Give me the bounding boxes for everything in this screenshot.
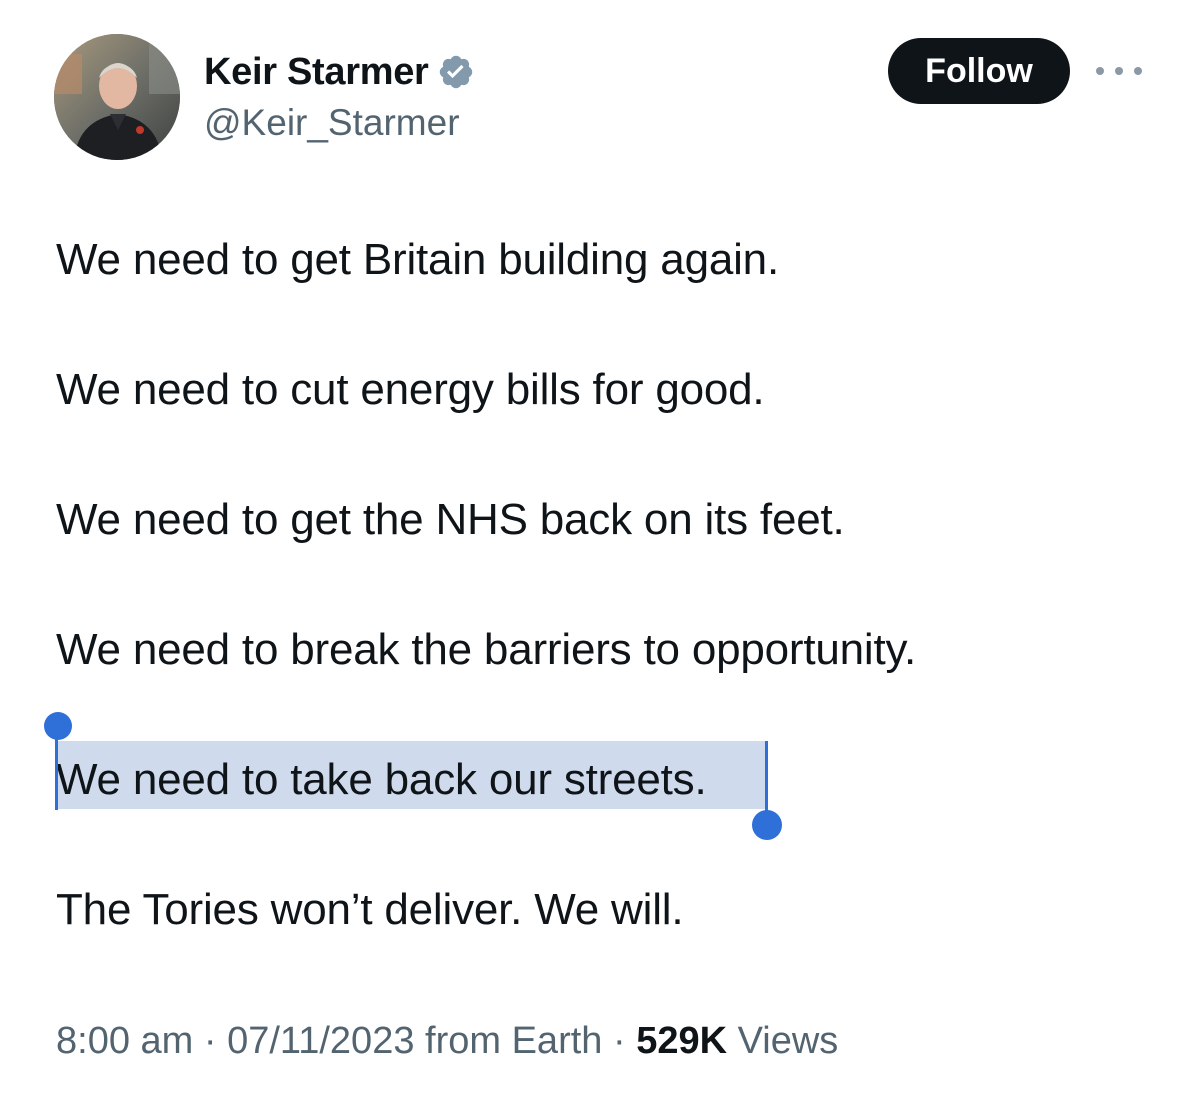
selection-start-caret [55,728,58,810]
author-handle[interactable]: @Keir_Starmer [204,100,460,146]
tweet-card: Keir Starmer @Keir_Starmer Follow We nee… [0,0,1200,1099]
meta-separator: · [612,1020,626,1062]
avatar-image [54,34,180,160]
tweet-meta: 8:00 am · 07/11/2023 from Earth · 529K V… [56,1016,838,1066]
views-count[interactable]: 529K [636,1020,727,1062]
more-dot [1096,67,1104,75]
tweet-date[interactable]: 07/11/2023 [227,1020,414,1062]
tweet-text-line: We need to cut energy bills for good. [56,365,765,414]
more-options-icon[interactable] [1096,56,1142,86]
tweet-time[interactable]: 8:00 am [56,1020,193,1062]
tweet-text-line: We need to get Britain building again. [56,235,779,284]
tweet-source: from Earth [425,1020,603,1062]
views-label[interactable]: Views [738,1020,839,1062]
verified-badge-icon [437,53,475,91]
follow-button[interactable]: Follow [888,38,1070,104]
more-dot [1134,67,1142,75]
meta-separator: · [203,1020,217,1062]
more-dot [1115,67,1123,75]
tweet-text-line: We need to break the barriers to opportu… [56,625,917,674]
tweet-text-line: We need to get the NHS back on its feet. [56,495,845,544]
selected-tweet-text-line[interactable]: We need to take back our streets. [56,750,707,810]
selection-start-handle[interactable] [44,712,72,740]
author-name-row[interactable]: Keir Starmer [204,48,475,96]
display-name[interactable]: Keir Starmer [204,48,429,96]
tweet-text-line: The Tories won’t deliver. We will. [56,885,684,934]
avatar[interactable] [54,34,180,160]
selection-end-handle[interactable] [752,810,782,840]
